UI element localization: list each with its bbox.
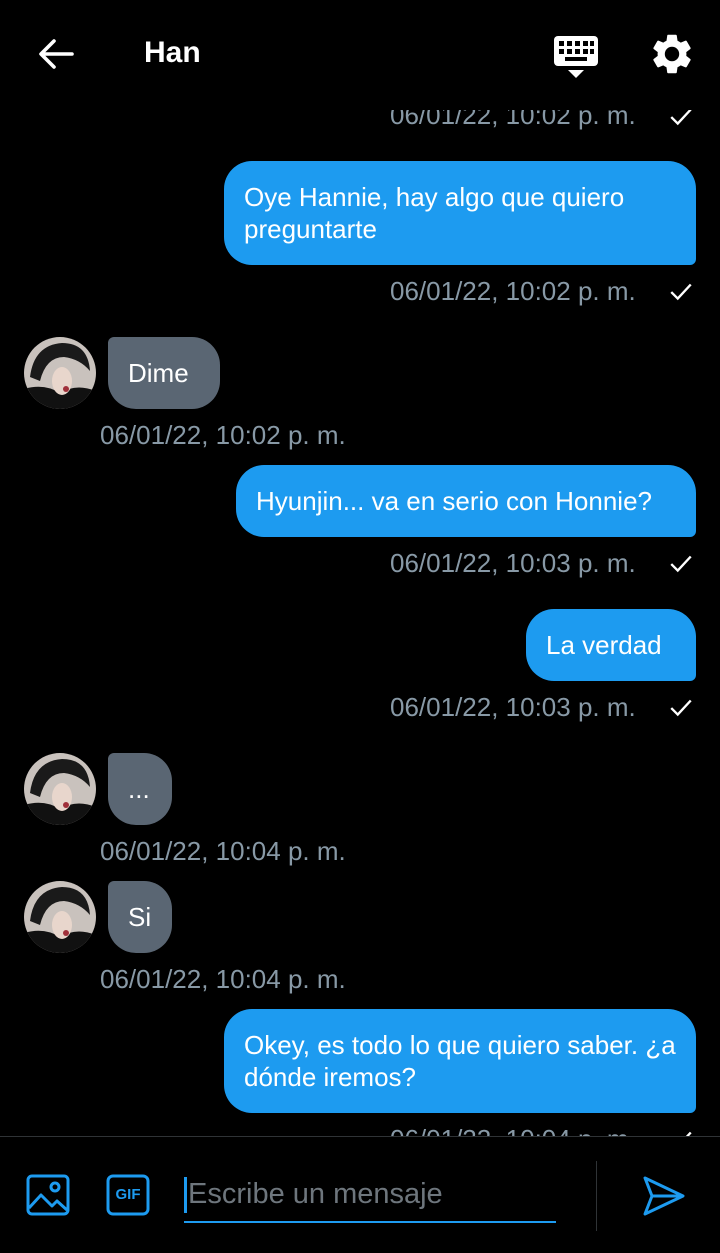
message-bubble-outgoing[interactable]: La verdad xyxy=(526,609,696,681)
message-timestamp: 06/01/22, 10:02 p. m. xyxy=(390,276,636,306)
message-timestamp: 06/01/22, 10:04 p. m. xyxy=(100,964,346,994)
read-check-icon xyxy=(670,699,692,717)
message-timestamp: 06/01/22, 10:03 p. m. xyxy=(390,692,636,722)
message-bubble-incoming[interactable]: ... xyxy=(108,753,172,825)
send-icon[interactable] xyxy=(642,1175,686,1217)
top-bar: Han xyxy=(0,0,720,110)
message-text: ... xyxy=(128,774,150,804)
message-text: La verdad xyxy=(546,630,662,660)
message-bubble-outgoing[interactable]: Okey, es todo lo que quiero saber. ¿a dó… xyxy=(224,1009,696,1113)
read-check-icon xyxy=(670,283,692,301)
avatar[interactable] xyxy=(24,753,96,825)
text-caret xyxy=(184,1177,187,1213)
message-text: Okey, es todo lo que quiero saber. ¿a dó… xyxy=(244,1030,676,1092)
settings-gear-icon[interactable] xyxy=(648,30,696,78)
message-text: Dime xyxy=(128,358,189,388)
gif-label: GIF xyxy=(115,1186,141,1203)
image-icon[interactable] xyxy=(26,1174,70,1216)
avatar[interactable] xyxy=(24,337,96,409)
message-timestamp: 06/01/22, 10:02 p. m. xyxy=(100,420,346,450)
page-title: Han xyxy=(144,36,201,69)
message-bubble-incoming[interactable]: Dime xyxy=(108,337,220,409)
message-text: Hyunjin... va en serio con Honnie? xyxy=(256,486,653,516)
message-timestamp: 06/01/22, 10:04 p. m. xyxy=(100,836,346,866)
avatar[interactable] xyxy=(24,881,96,953)
read-check-icon xyxy=(670,555,692,573)
message-text: Si xyxy=(128,902,152,932)
read-check-icon xyxy=(685,1131,692,1136)
message-input[interactable]: Escribe un mensaje xyxy=(184,1167,556,1223)
message-bubble-outgoing[interactable]: Hyunjin... va en serio con Honnie? xyxy=(236,465,696,537)
message-bubble-incoming[interactable]: Si xyxy=(108,881,172,953)
message-bubble-outgoing[interactable]: Oye Hannie, hay algo que quiero pregunta… xyxy=(224,161,696,265)
gif-button[interactable]: GIF xyxy=(106,1174,150,1216)
message-list[interactable]: 06/01/22, 10:02 p. m. Oye Hannie, hay al… xyxy=(0,0,720,1136)
divider xyxy=(596,1161,597,1231)
message-text: Oye Hannie, hay algo que quiero pregunta… xyxy=(244,182,625,244)
message-timestamp: 06/01/22, 10:04 p. m. xyxy=(390,1124,636,1136)
message-input-placeholder: Escribe un mensaje xyxy=(188,1178,443,1210)
message-timestamp: 06/01/22, 10:03 p. m. xyxy=(390,548,636,578)
keyboard-icon[interactable] xyxy=(552,34,600,80)
message-composer: GIF Escribe un mensaje xyxy=(0,1136,720,1253)
back-arrow-icon[interactable] xyxy=(32,30,80,78)
